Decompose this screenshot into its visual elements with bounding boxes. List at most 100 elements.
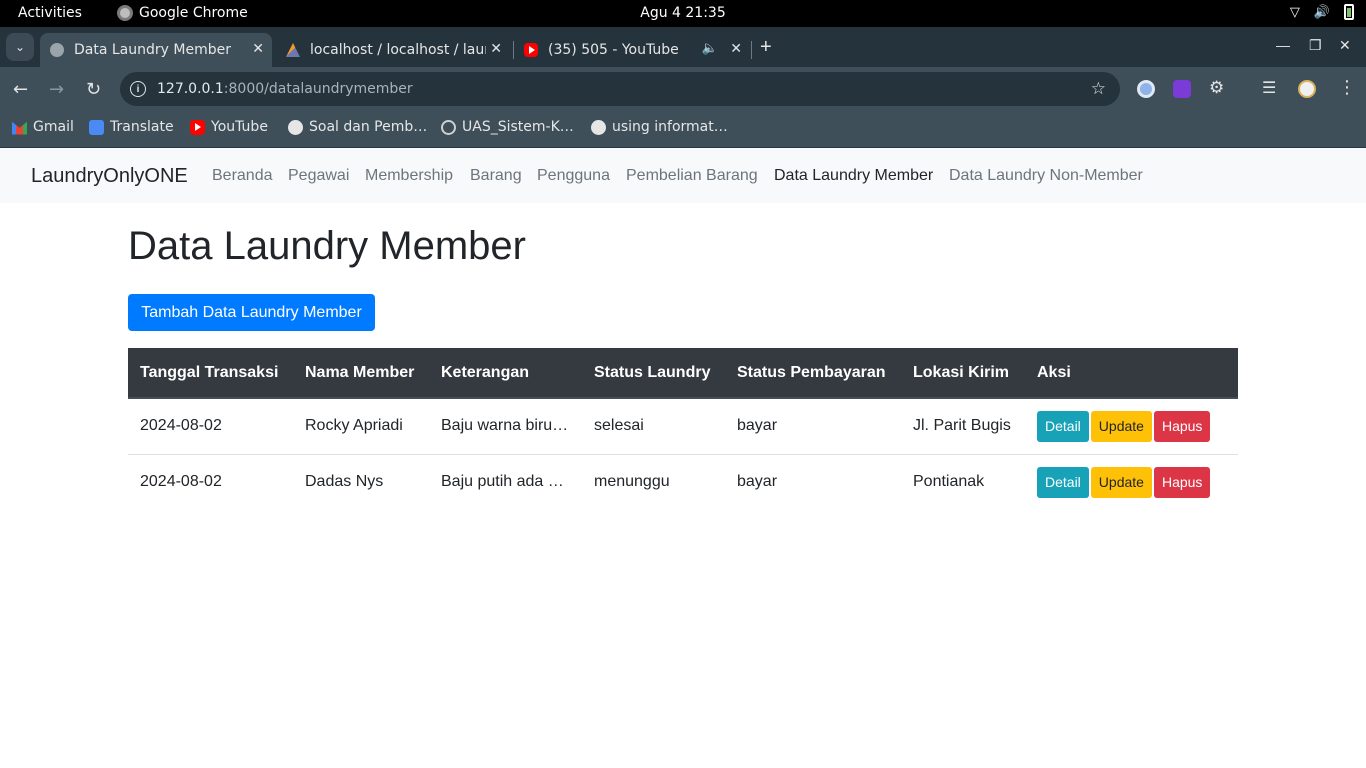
column-header: Status Pembayaran	[725, 348, 901, 399]
nav-link-data-laundry-member[interactable]: Data Laundry Member	[774, 167, 933, 185]
system-tray[interactable]: ▽ 🔊	[1290, 4, 1354, 20]
cell-tanggal: 2024-08-02	[128, 453, 293, 510]
bookmark-label: Soal dan Pemb…	[309, 119, 428, 135]
battery-icon	[1344, 4, 1354, 20]
nav-link-beranda[interactable]: Beranda	[212, 167, 273, 185]
detail-button[interactable]: Detail	[1037, 410, 1089, 442]
hapus-button[interactable]: Hapus	[1153, 410, 1211, 442]
address-bar[interactable]: i 127.0.0.1:8000/datalaundrymember ☆	[120, 72, 1120, 106]
bookmark-gmail[interactable]: Gmail	[12, 119, 74, 135]
bookmark-using-informat[interactable]: using informat…	[591, 119, 728, 135]
site-info-icon[interactable]: i	[130, 81, 146, 97]
column-header: Lokasi Kirim	[901, 348, 1025, 399]
bookmark-soal[interactable]: Soal dan Pemb…	[288, 119, 427, 135]
bookmark-translate[interactable]: Translate	[89, 119, 174, 135]
add-laundry-member-button[interactable]: Tambah Data Laundry Member	[128, 294, 375, 331]
cell-status-laundry: selesai	[594, 417, 644, 435]
minimize-icon[interactable]: —	[1276, 37, 1290, 53]
nav-link-pembelian-barang[interactable]: Pembelian Barang	[626, 167, 758, 185]
uas-icon	[441, 119, 456, 135]
cell-aksi: Detail Update Hapus	[1025, 453, 1238, 510]
bookmarks-bar: Gmail Translate YouTube Soal dan Pemb… U…	[0, 113, 1366, 148]
cell-status-pembayaran: bayar	[737, 417, 778, 435]
nav-link-membership[interactable]: Membership	[365, 167, 453, 185]
cell-lokasi: Pontianak	[901, 453, 1025, 510]
tab-strip: ⌄ Data Laundry Member ✕ localhost / loca…	[0, 27, 1366, 67]
forward-button[interactable]: →	[49, 79, 64, 100]
column-header: Aksi	[1025, 348, 1238, 399]
url-host: 127.0.0.1	[157, 81, 224, 97]
chevron-down-icon: ⌄	[14, 40, 26, 54]
extension-icon[interactable]	[1173, 80, 1191, 98]
globe-icon	[50, 43, 64, 57]
nav-link-pegawai[interactable]: Pegawai	[288, 167, 349, 185]
column-header: Status Laundry	[582, 348, 725, 399]
menu-kebab-icon[interactable]: ⋮	[1338, 77, 1356, 98]
column-header: Tanggal Transaksi	[128, 348, 293, 399]
tab-title: (35) 505 - YouTube	[548, 42, 679, 58]
bookmark-uas[interactable]: UAS_Sistem-K…	[441, 119, 574, 135]
url-text[interactable]: 127.0.0.1:8000/datalaundrymember	[157, 81, 413, 97]
back-button[interactable]: ←	[13, 79, 28, 100]
tab-data-laundry-member[interactable]: Data Laundry Member ✕	[40, 33, 272, 67]
nav-link-pengguna[interactable]: Pengguna	[537, 167, 610, 185]
nav-link-barang[interactable]: Barang	[470, 167, 522, 185]
table-row: 2024-08-02 Dadas Nys Baju putih ada … me…	[128, 453, 1238, 510]
activities-button[interactable]: Activities	[18, 5, 82, 21]
cell-tanggal: 2024-08-02	[140, 417, 222, 435]
bookmark-label: Gmail	[33, 119, 74, 135]
table-header-row: Tanggal Transaksi Nama Member Keterangan…	[128, 348, 1238, 399]
app-menu[interactable]: Google Chrome	[117, 5, 248, 21]
media-control-icon[interactable]: ☰	[1262, 78, 1276, 97]
cell-aksi: Detail Update Hapus	[1025, 398, 1238, 454]
brand-logo[interactable]: LaundryOnlyONE	[31, 165, 188, 188]
bookmark-label: UAS_Sistem-K…	[462, 119, 574, 135]
site-navbar: LaundryOnlyONE Beranda Pegawai Membershi…	[0, 148, 1366, 203]
update-button[interactable]: Update	[1090, 410, 1152, 442]
app-name: Google Chrome	[139, 5, 248, 21]
translate-icon	[89, 119, 104, 135]
globe-icon	[288, 119, 303, 135]
globe-icon	[591, 119, 606, 135]
cell-keterangan: Baju putih ada …	[429, 453, 582, 510]
gmail-icon	[12, 121, 27, 135]
column-header: Nama Member	[293, 348, 429, 399]
close-icon[interactable]: ✕	[252, 41, 264, 57]
table-row: 2024-08-02 Rocky Apriadi Baju warna biru…	[128, 398, 1238, 454]
close-icon[interactable]: ✕	[730, 41, 742, 57]
window-close-icon[interactable]: ✕	[1339, 37, 1351, 54]
bookmark-label: using informat…	[612, 119, 728, 135]
bookmark-youtube[interactable]: YouTube	[190, 119, 268, 135]
chrome-icon	[117, 5, 133, 21]
hapus-button[interactable]: Hapus	[1153, 466, 1211, 498]
audio-playing-icon[interactable]: 🔈	[702, 41, 718, 56]
tab-youtube[interactable]: (35) 505 - YouTube 🔈 ✕	[514, 33, 750, 67]
reload-button[interactable]: ↻	[86, 79, 101, 100]
nav-link-data-laundry-non-member[interactable]: Data Laundry Non-Member	[949, 167, 1143, 185]
bookmark-label: YouTube	[211, 119, 268, 135]
new-tab-button[interactable]: +	[760, 36, 772, 59]
laundry-member-table: Tanggal Transaksi Nama Member Keterangan…	[128, 348, 1238, 510]
youtube-icon	[190, 119, 205, 135]
tab-search-button[interactable]: ⌄	[6, 33, 34, 61]
cell-keterangan: Baju warna biru…	[441, 417, 569, 435]
column-header: Keterangan	[429, 348, 582, 399]
extension-icon[interactable]	[1137, 80, 1155, 98]
maximize-icon[interactable]: ❐	[1309, 37, 1322, 54]
tab-phpmyadmin[interactable]: localhost / localhost / laundry ✕	[276, 33, 510, 67]
browser-toolbar: ← → ↻ i 127.0.0.1:8000/datalaundrymember…	[0, 67, 1366, 113]
cell-nama: Rocky Apriadi	[305, 417, 403, 435]
bookmark-star-icon[interactable]: ☆	[1091, 79, 1106, 99]
tab-separator	[751, 41, 752, 59]
update-button[interactable]: Update	[1090, 466, 1152, 498]
detail-button[interactable]: Detail	[1037, 466, 1089, 498]
close-icon[interactable]: ✕	[490, 41, 502, 57]
extensions-puzzle-icon[interactable]: ⚙	[1209, 78, 1224, 98]
wifi-icon: ▽	[1289, 4, 1300, 20]
profile-avatar[interactable]	[1298, 80, 1316, 98]
tab-title: localhost / localhost / laundry	[310, 42, 486, 58]
system-top-bar: Activities Google Chrome Agu 4 21:35 ▽ 🔊	[0, 0, 1366, 27]
page-title: Data Laundry Member	[128, 224, 526, 268]
url-path: :8000/datalaundrymember	[223, 81, 413, 97]
cell-lokasi: Jl. Parit Bugis	[913, 417, 1011, 435]
